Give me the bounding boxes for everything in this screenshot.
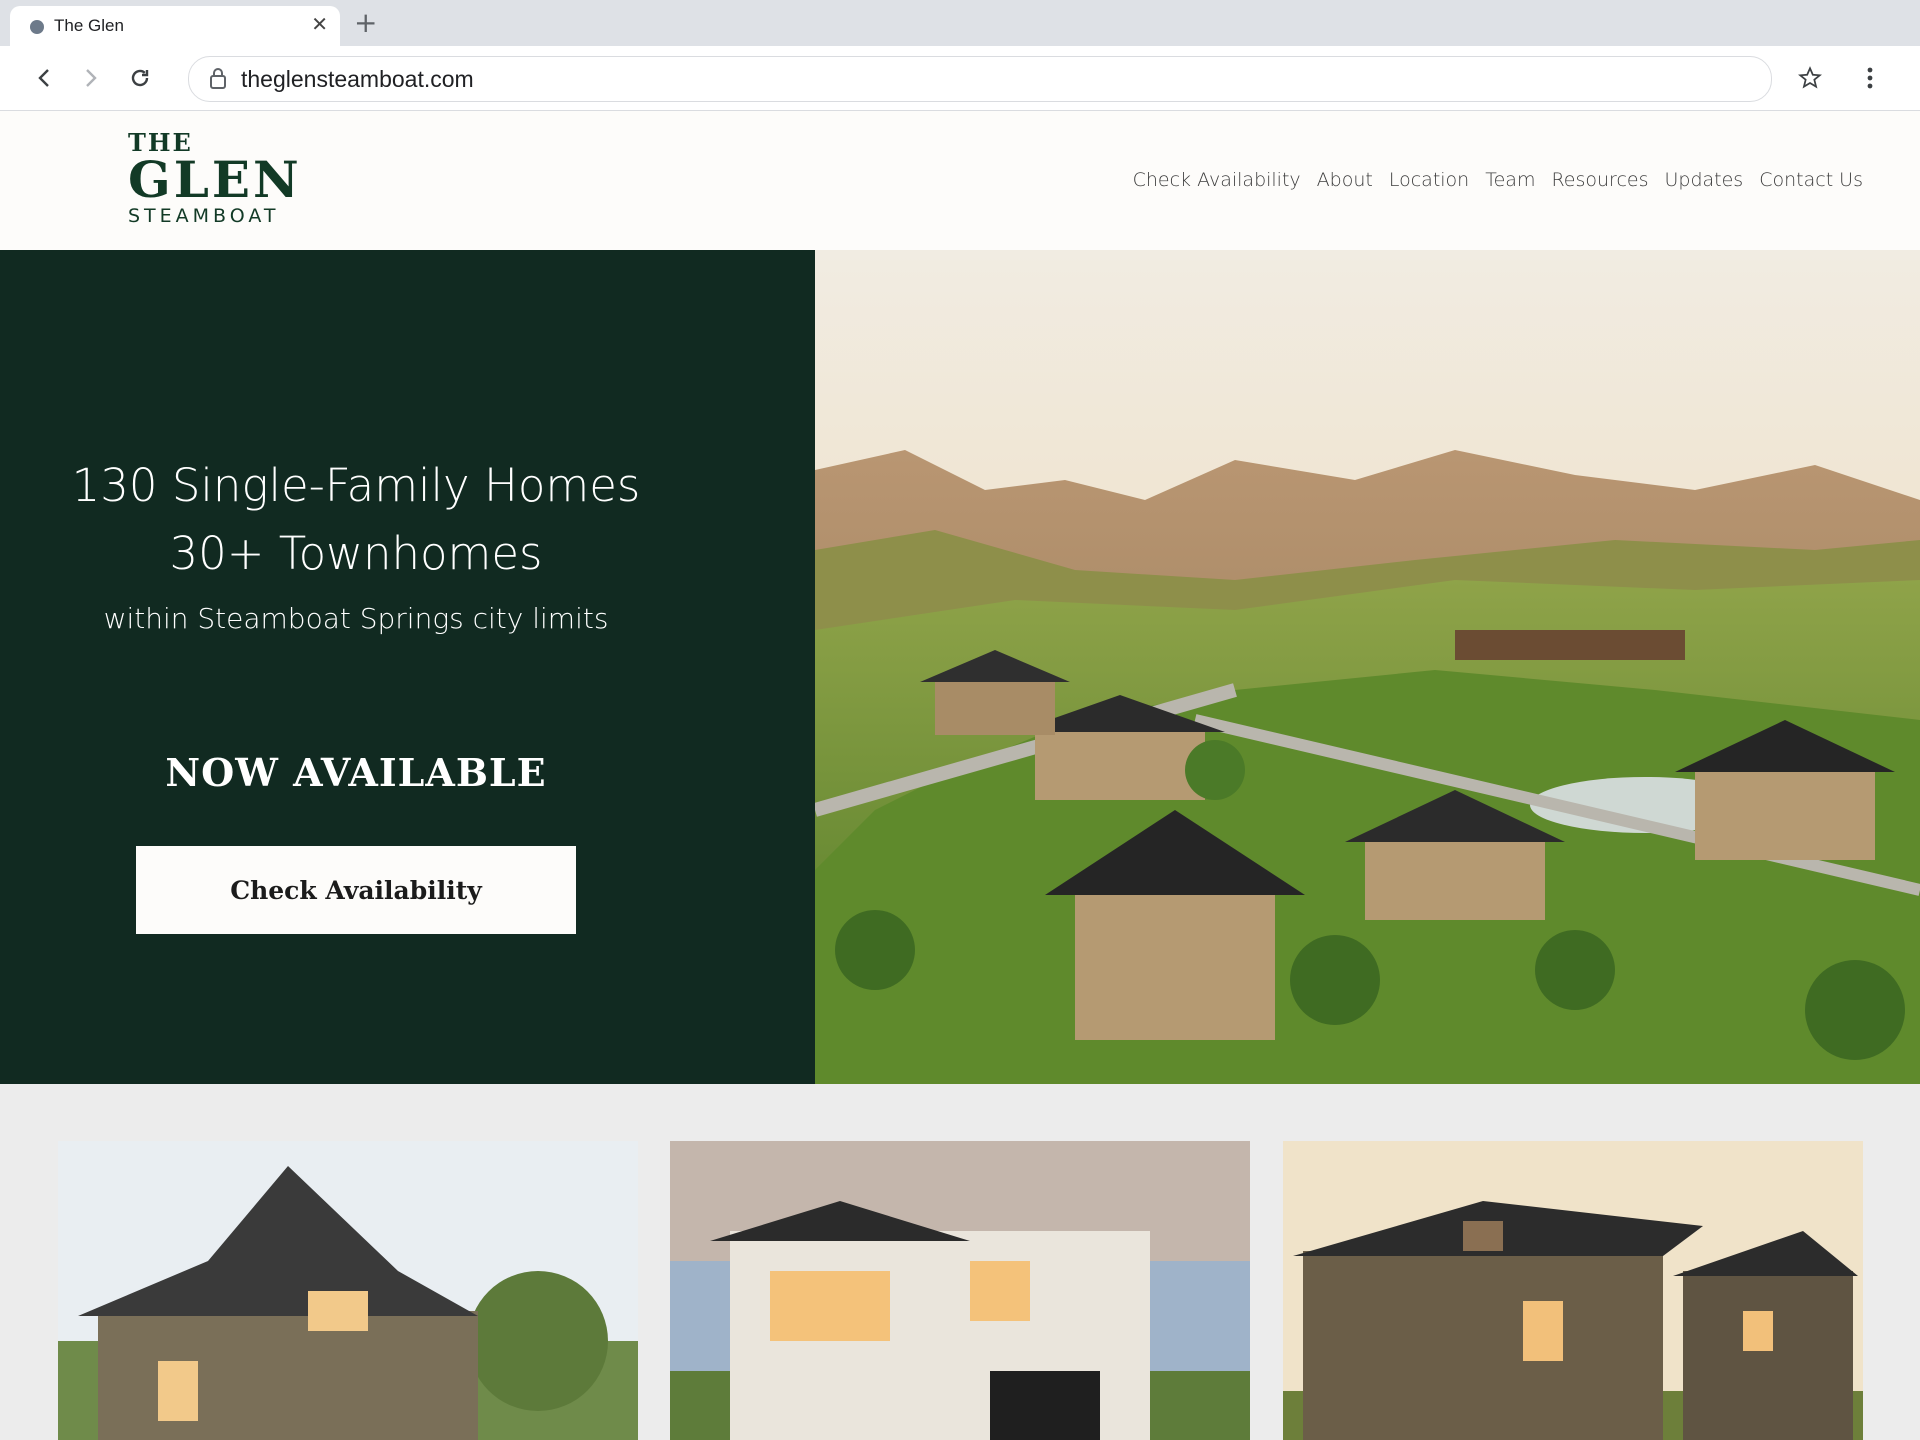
browser-toolbar: theglensteamboat.com bbox=[0, 46, 1920, 111]
logo-glen: GLEN bbox=[128, 150, 302, 209]
browser-menu-icon[interactable] bbox=[1852, 60, 1888, 96]
bookmark-star-icon[interactable] bbox=[1792, 60, 1828, 96]
site-header: THE GLEN STEAMBOAT Check Availability Ab… bbox=[0, 111, 1920, 250]
hero-single-family: 130 Single-Family Homes bbox=[71, 459, 641, 512]
home-rendering-card[interactable] bbox=[58, 1141, 638, 1440]
back-icon[interactable] bbox=[26, 60, 62, 96]
new-tab-icon[interactable]: + bbox=[354, 6, 377, 40]
browser-tab[interactable]: The Glen ✕ bbox=[10, 6, 340, 46]
browser-tab-bar: The Glen ✕ + bbox=[0, 0, 1920, 46]
url-text: theglensteamboat.com bbox=[241, 66, 474, 92]
main-nav: Check Availability About Location Team R… bbox=[1133, 169, 1863, 191]
hero-neighborhood-image bbox=[815, 250, 1920, 1084]
hero-headline: NOW AVAILABLE bbox=[165, 750, 547, 795]
nav-location[interactable]: Location bbox=[1389, 169, 1469, 191]
favicon-icon bbox=[30, 20, 44, 34]
logo-steamboat: STEAMBOAT bbox=[128, 205, 280, 227]
nav-team[interactable]: Team bbox=[1485, 169, 1535, 191]
home-rendering-card[interactable] bbox=[670, 1141, 1250, 1440]
nav-check-availability[interactable]: Check Availability bbox=[1133, 169, 1301, 191]
hero-text-panel: 130 Single-Family Homes 30+ Townhomes wi… bbox=[0, 250, 815, 1084]
close-tab-icon[interactable]: ✕ bbox=[311, 12, 328, 36]
address-bar[interactable]: theglensteamboat.com bbox=[188, 56, 1772, 102]
check-availability-button[interactable]: Check Availability bbox=[136, 846, 576, 934]
home-rendering-card[interactable] bbox=[1283, 1141, 1863, 1440]
tab-title: The Glen bbox=[54, 16, 124, 35]
nav-about[interactable]: About bbox=[1317, 169, 1373, 191]
nav-updates[interactable]: Updates bbox=[1665, 169, 1744, 191]
hero-subtitle: within Steamboat Springs city limits bbox=[103, 602, 609, 635]
reload-icon[interactable] bbox=[122, 60, 158, 96]
forward-icon[interactable] bbox=[73, 60, 109, 96]
lock-icon bbox=[209, 67, 227, 93]
site-logo[interactable]: THE GLEN STEAMBOAT bbox=[128, 131, 302, 228]
hero-townhomes: 30+ Townhomes bbox=[169, 527, 543, 580]
nav-contact-us[interactable]: Contact Us bbox=[1759, 169, 1863, 191]
nav-resources[interactable]: Resources bbox=[1551, 169, 1648, 191]
